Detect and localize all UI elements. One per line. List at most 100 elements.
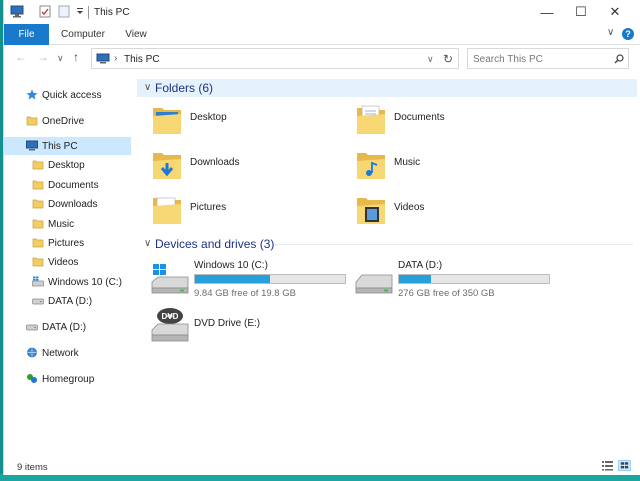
search-input[interactable] — [473, 52, 603, 66]
folder-icon — [32, 238, 44, 248]
new-folder-icon[interactable] — [57, 5, 71, 18]
drives-group-label: Devices and drives (3) — [155, 237, 275, 251]
sidebar-item-pictures[interactable]: Pictures — [4, 234, 131, 252]
drive-icon — [26, 324, 38, 331]
folder-icon — [32, 257, 44, 267]
computer-icon — [26, 140, 38, 151]
sidebar-item-label: OneDrive — [42, 116, 85, 127]
breadcrumb-separator-icon: › — [114, 53, 118, 64]
folder-label: Music — [394, 157, 421, 168]
sidebar-item-this-pc[interactable]: This PC — [4, 137, 131, 155]
sidebar-item-onedrive[interactable]: OneDrive — [4, 112, 131, 130]
qat-dropdown-icon[interactable] — [73, 5, 87, 18]
up-button[interactable]: ↑ — [73, 50, 79, 64]
windows-drive-icon — [32, 276, 44, 287]
sidebar-item-label: Quick access — [42, 90, 102, 101]
address-dropdown-icon[interactable]: ∨ — [427, 54, 434, 65]
group-divider — [275, 244, 633, 245]
drive-usage-bar — [194, 274, 346, 284]
details-view-icon[interactable] — [601, 460, 614, 471]
sidebar-item-data-drive[interactable]: DATA (D:) — [4, 292, 131, 310]
navigation-pane: Quick access OneDrive This PC Desktop Do… — [4, 72, 132, 457]
forward-button[interactable]: → — [37, 50, 49, 64]
star-icon — [26, 89, 38, 100]
address-bar[interactable]: › This PC ∨ ↻ — [91, 48, 459, 69]
sidebar-item-label: DATA (D:) — [42, 322, 87, 333]
folder-tile-pictures[interactable]: Pictures — [149, 190, 339, 230]
expand-ribbon-icon[interactable]: ∨ — [607, 27, 614, 38]
close-button[interactable]: ✕ — [596, 0, 634, 24]
computer-icon — [96, 53, 110, 64]
sidebar-item-label: Homegroup — [42, 374, 95, 385]
folder-tile-documents[interactable]: Documents — [353, 100, 543, 140]
folder-icon — [32, 219, 44, 229]
music-folder-icon — [357, 153, 385, 179]
downloads-folder-icon — [153, 153, 181, 179]
sidebar-item-network[interactable]: Network — [4, 344, 131, 362]
status-bar: 9 items — [4, 457, 640, 475]
sidebar-item-homegroup[interactable]: Homegroup — [4, 370, 131, 388]
drives-group-header[interactable]: ∨ Devices and drives (3) — [137, 235, 637, 253]
folder-label: Pictures — [190, 202, 227, 213]
folder-tile-music[interactable]: Music — [353, 145, 543, 185]
sidebar-item-label: Downloads — [48, 199, 98, 210]
drive-usage-fill — [399, 275, 431, 283]
navigation-bar: ← → ∨ ↑ › This PC ∨ ↻ — [4, 45, 640, 72]
properties-icon[interactable] — [38, 5, 52, 18]
folder-icon — [32, 160, 44, 170]
back-button[interactable]: ← — [15, 50, 27, 64]
sidebar-item-data-drive-root[interactable]: DATA (D:) — [4, 318, 131, 336]
item-count: 9 items — [17, 462, 48, 473]
drive-label: Windows 10 (C:) — [194, 260, 268, 271]
tab-view[interactable]: View — [116, 24, 156, 45]
breadcrumb-location[interactable]: This PC — [124, 54, 160, 65]
videos-folder-icon — [357, 198, 385, 224]
sidebar-item-label: This PC — [42, 141, 78, 152]
sidebar-item-windows-drive[interactable]: Windows 10 (C:) — [4, 273, 131, 291]
refresh-icon[interactable]: ↻ — [443, 52, 453, 66]
sidebar-item-label: Windows 10 (C:) — [48, 277, 122, 288]
tab-file[interactable]: File — [4, 24, 49, 45]
help-icon[interactable]: ? — [622, 28, 634, 40]
folder-tile-desktop[interactable]: Desktop — [149, 100, 339, 140]
tiles-view-icon[interactable] — [618, 460, 631, 471]
hard-drive-icon — [355, 274, 393, 294]
collapse-icon[interactable]: ∨ — [144, 82, 151, 93]
drive-icon — [32, 298, 44, 305]
sidebar-item-label: Network — [42, 348, 79, 359]
svg-text:DVD: DVD — [162, 312, 179, 321]
sidebar-item-label: Music — [48, 219, 75, 230]
drive-tile-data[interactable]: DATA (D:) 276 GB free of 350 GB — [353, 260, 553, 306]
tab-computer[interactable]: Computer — [54, 24, 112, 45]
folder-tile-videos[interactable]: Videos — [353, 190, 543, 230]
sidebar-item-videos[interactable]: Videos — [4, 253, 131, 271]
search-box[interactable] — [467, 48, 629, 69]
sidebar-item-desktop[interactable]: Desktop — [4, 156, 131, 174]
sidebar-item-label: Pictures — [48, 238, 85, 249]
drive-usage-bar — [398, 274, 550, 284]
sidebar-item-quick-access[interactable]: Quick access — [4, 86, 131, 104]
sidebar-item-music[interactable]: Music — [4, 215, 131, 233]
search-icon[interactable] — [614, 54, 624, 64]
drive-tile-windows[interactable]: Windows 10 (C:) 9.84 GB free of 19.8 GB — [149, 260, 349, 306]
collapse-icon[interactable]: ∨ — [144, 238, 151, 249]
drive-free-space: 276 GB free of 350 GB — [398, 288, 495, 299]
minimize-button[interactable]: — — [528, 0, 566, 24]
windows-drive-icon — [151, 264, 189, 294]
folders-group-header[interactable]: ∨ Folders (6) — [137, 79, 637, 97]
drive-tile-dvd[interactable]: DVD DVD Drive (E:) — [149, 308, 349, 354]
sidebar-item-downloads[interactable]: Downloads — [4, 195, 131, 213]
sidebar-item-label: Videos — [48, 257, 79, 268]
folder-icon — [32, 180, 44, 190]
recent-locations-icon[interactable]: ∨ — [57, 53, 64, 64]
computer-icon — [10, 5, 24, 18]
sidebar-item-documents[interactable]: Documents — [4, 176, 131, 194]
content-area: ∨ Folders (6) Desktop Documents Download… — [135, 72, 640, 457]
pictures-folder-icon — [153, 197, 181, 224]
drive-label: DVD Drive (E:) — [194, 318, 261, 329]
folder-tile-downloads[interactable]: Downloads — [149, 145, 339, 185]
drive-free-space: 9.84 GB free of 19.8 GB — [194, 288, 296, 299]
folders-group-label: Folders (6) — [155, 81, 214, 95]
drive-label: DATA (D:) — [398, 260, 443, 271]
maximize-button[interactable]: ☐ — [562, 0, 600, 24]
